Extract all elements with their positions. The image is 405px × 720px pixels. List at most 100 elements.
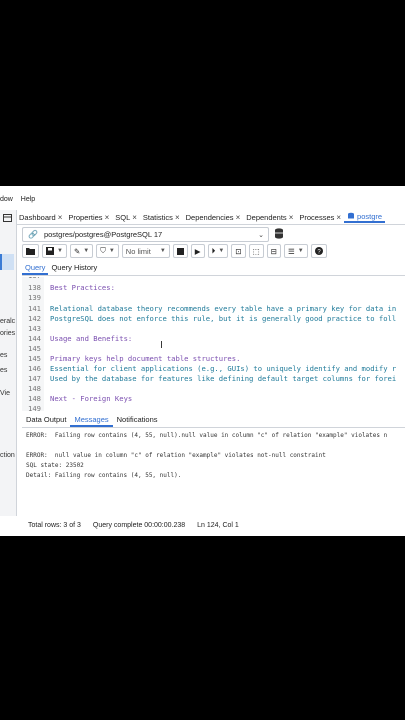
- menu-item-window[interactable]: dow: [0, 196, 13, 203]
- filter-icon: ⛉: [100, 246, 106, 255]
- line-number: 149: [28, 404, 41, 411]
- database-stack-icon[interactable]: [274, 228, 284, 239]
- tab-dashboard[interactable]: Dashboard ×: [16, 213, 65, 222]
- sql-editor[interactable]: 137 138 Best Practices: 139 141 Relation…: [22, 277, 405, 411]
- main-tab-bar: Dashboard × Properties × SQL × Statistics × …: [16, 210, 405, 225]
- code-line: Best Practices:: [50, 283, 115, 292]
- close-icon[interactable]: ×: [132, 213, 137, 222]
- tab-properties[interactable]: Properties ×: [65, 213, 112, 222]
- tree-item[interactable]: es: [0, 352, 7, 359]
- tree-item[interactable]: eralc: [0, 318, 15, 325]
- object-explorer: eralc ories es es Vie ction: [0, 210, 17, 516]
- explain-icon: ⊡: [235, 246, 242, 256]
- line-number: 138: [28, 283, 41, 292]
- tab-data-output[interactable]: Data Output: [22, 415, 70, 427]
- menu-item-help[interactable]: Help: [21, 196, 35, 203]
- query-subtabs: Query Query History: [22, 263, 405, 276]
- close-icon[interactable]: ×: [175, 213, 180, 222]
- selected-tree-node[interactable]: [0, 254, 14, 270]
- tab-notifications[interactable]: Notifications: [113, 415, 162, 427]
- tree-item[interactable]: es: [0, 367, 7, 374]
- close-icon[interactable]: ×: [336, 213, 341, 222]
- line-number: 147: [28, 374, 41, 383]
- close-icon[interactable]: ×: [289, 213, 294, 222]
- save-button[interactable]: ▼: [42, 244, 67, 258]
- tab-sql[interactable]: SQL ×: [112, 213, 140, 222]
- line-number: 148: [28, 394, 41, 403]
- tab-label: Statistics: [142, 212, 173, 222]
- cursor-position: Ln 124, Col 1: [197, 522, 239, 529]
- code-line: PostgreSQL does not enforce this rule, b…: [50, 314, 397, 323]
- filter-button[interactable]: ⛉ ▼: [96, 244, 119, 258]
- code-line: Used by the database for features like d…: [50, 374, 397, 383]
- folder-icon: [26, 248, 35, 255]
- line-number: 139: [28, 293, 41, 302]
- stop-icon: [176, 247, 184, 255]
- message-line: SQL state: 23502: [26, 462, 84, 469]
- code-line: Primary keys help document table structu…: [50, 354, 241, 363]
- menu-bar: dow Help: [0, 196, 41, 203]
- line-number: 137: [24, 277, 41, 280]
- message-line: ERROR: null value in column "c" of relat…: [26, 452, 326, 459]
- tab-dependencies[interactable]: Dependencies ×: [183, 213, 244, 222]
- tab-label: Dependencies: [185, 212, 234, 222]
- chevron-down-icon: ▼: [218, 248, 225, 254]
- database-icon: [348, 212, 355, 219]
- tree-item[interactable]: ction: [0, 452, 15, 459]
- pgadmin-window: dow Help eralc ories es es Vie ction Das…: [0, 186, 405, 536]
- connection-selector[interactable]: 🔗 postgres/postgres@PostgreSQL 17 ⌄: [22, 227, 269, 242]
- tab-label: Dependents: [246, 212, 287, 222]
- limit-select[interactable]: No limit ▼: [121, 244, 170, 258]
- close-icon[interactable]: ×: [105, 213, 110, 222]
- code-line: Essential for client applications (e.g.,…: [50, 364, 397, 373]
- tab-dependents[interactable]: Dependents ×: [243, 213, 296, 222]
- tab-label: SQL: [115, 212, 131, 222]
- grid-icon[interactable]: [3, 214, 12, 222]
- macros-button[interactable]: ☰ ▼: [283, 244, 308, 258]
- chevron-down-icon: ▼: [57, 248, 63, 254]
- list-icon: ☰: [287, 246, 295, 256]
- tab-query-tool[interactable]: postgre: [344, 211, 386, 223]
- edit-button[interactable]: ✎ ▼: [69, 244, 94, 258]
- chevron-down-icon: ▼: [159, 248, 166, 254]
- chevron-down-icon: ▼: [83, 248, 90, 254]
- tree-item[interactable]: Vie: [0, 390, 10, 397]
- line-number: 145: [28, 344, 41, 353]
- play-icon: ▶: [194, 246, 201, 256]
- tab-query[interactable]: Query: [22, 263, 49, 275]
- execute-options-button[interactable]: ⏵ ▼: [207, 244, 229, 258]
- stop-button[interactable]: [172, 244, 188, 258]
- line-number: 141: [28, 304, 41, 313]
- tab-label: Properties: [68, 212, 103, 222]
- close-icon[interactable]: ×: [236, 213, 241, 222]
- line-number: 146: [28, 364, 41, 373]
- status-bar: Total rows: 3 of 3 Query complete 00:00:…: [22, 522, 405, 534]
- commit-button[interactable]: ⬚: [248, 244, 264, 258]
- tab-label: postgre: [357, 211, 383, 221]
- tab-query-history[interactable]: Query History: [48, 263, 100, 275]
- message-line: ERROR: Failing row contains (4, 55, null…: [26, 432, 388, 439]
- rollback-icon: ⊟: [270, 246, 277, 256]
- help-button[interactable]: ?: [310, 244, 327, 258]
- execute-button[interactable]: ▶: [190, 244, 205, 258]
- commit-icon: ⬚: [252, 246, 260, 256]
- message-line: Detail: Failing row contains (4, 55, nul…: [26, 472, 182, 479]
- tab-statistics[interactable]: Statistics ×: [140, 213, 183, 222]
- chevron-down-icon: ▼: [108, 248, 115, 254]
- tab-processes[interactable]: Processes ×: [296, 213, 344, 222]
- close-icon[interactable]: ×: [58, 213, 63, 222]
- explain-button[interactable]: ⊡: [231, 244, 246, 258]
- code-line: Usage and Benefits:: [50, 334, 133, 343]
- code-line: Next - Foreign Keys: [50, 394, 133, 403]
- tab-messages[interactable]: Messages: [70, 415, 113, 427]
- link-icon: 🔗: [28, 230, 38, 239]
- open-file-button[interactable]: [22, 244, 39, 258]
- chevron-down-icon: ▼: [297, 248, 304, 254]
- rollback-button[interactable]: ⊟: [266, 244, 281, 258]
- limit-value: No limit: [125, 246, 151, 256]
- pencil-icon: ✎: [73, 246, 81, 256]
- play-step-icon: ⏵: [211, 246, 216, 255]
- query-status: Query complete 00:00:00.238: [92, 522, 186, 529]
- row-count: Total rows: 3 of 3: [28, 522, 81, 529]
- tree-item[interactable]: ories: [0, 330, 15, 337]
